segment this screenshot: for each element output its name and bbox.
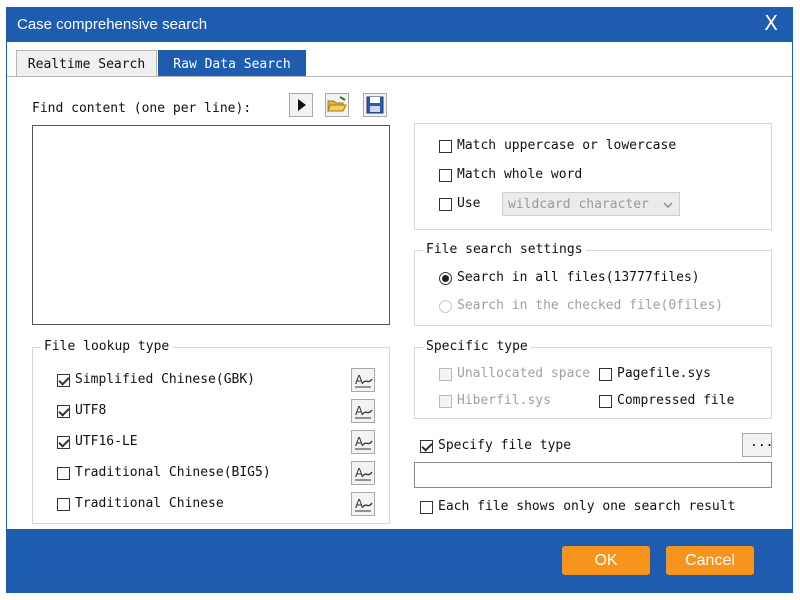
specify-file-type-checkbox[interactable] bbox=[420, 440, 433, 453]
search-checked-file-radio[interactable] bbox=[439, 300, 452, 313]
hiberfil-label: Hiberfil.sys bbox=[457, 393, 551, 408]
footer-bar: OK Cancel bbox=[7, 529, 792, 592]
hiberfil-checkbox[interactable] bbox=[439, 395, 452, 408]
match-options-group: Match uppercase or lowercase Match whole… bbox=[414, 123, 772, 230]
use-checkbox[interactable] bbox=[439, 198, 452, 211]
encoding-label-utf8: UTF8 bbox=[75, 403, 107, 418]
one-result-checkbox[interactable] bbox=[420, 501, 433, 514]
search-all-files-label: Search in all files(13777files) bbox=[457, 270, 700, 285]
match-whole-word-label: Match whole word bbox=[457, 167, 583, 182]
file-search-settings-title: File search settings bbox=[423, 242, 586, 257]
wildcard-select-value: wildcard character bbox=[508, 197, 649, 212]
run-button[interactable] bbox=[289, 93, 313, 117]
svg-text:A: A bbox=[355, 373, 364, 387]
encoding-checkbox-gbk[interactable] bbox=[57, 374, 70, 387]
svg-text:A: A bbox=[355, 466, 364, 480]
dialog-title: Case comprehensive search bbox=[17, 16, 208, 33]
play-icon bbox=[298, 99, 306, 111]
encoding-checkbox-utf8[interactable] bbox=[57, 405, 70, 418]
encoding-label-gbk: Simplified Chinese(GBK) bbox=[75, 372, 256, 387]
encoding-settings-button-gbk[interactable]: A bbox=[351, 368, 375, 392]
save-button[interactable] bbox=[363, 93, 387, 117]
svg-text:A: A bbox=[355, 497, 364, 511]
open-folder-icon bbox=[327, 96, 347, 112]
compressed-file-checkbox[interactable] bbox=[599, 395, 612, 408]
pagefile-checkbox[interactable] bbox=[599, 368, 612, 381]
tab-raw-data-search[interactable]: Raw Data Search bbox=[158, 50, 306, 77]
encoding-settings-button-utf8[interactable]: A bbox=[351, 399, 375, 423]
file-lookup-type-title: File lookup type bbox=[41, 339, 173, 354]
encoding-checkbox-big5[interactable] bbox=[57, 467, 70, 480]
open-file-button[interactable] bbox=[325, 93, 349, 117]
wildcard-select[interactable]: wildcard character bbox=[502, 192, 680, 216]
encoding-settings-button-traditional[interactable]: A bbox=[351, 492, 375, 516]
unallocated-space-label: Unallocated space bbox=[457, 366, 591, 381]
tab-content: Find content (one per line): Match upper… bbox=[7, 76, 792, 530]
find-content-label: Find content (one per line): bbox=[32, 101, 252, 116]
close-icon[interactable]: X bbox=[764, 11, 778, 35]
one-result-label: Each file shows only one search result bbox=[438, 499, 736, 514]
text-format-icon: A bbox=[355, 404, 373, 419]
search-all-files-radio[interactable] bbox=[439, 272, 452, 285]
compressed-file-label: Compressed file bbox=[617, 393, 735, 408]
file-type-input[interactable] bbox=[414, 462, 772, 488]
encoding-checkbox-utf16le[interactable] bbox=[57, 436, 70, 449]
encoding-settings-button-utf16le[interactable]: A bbox=[351, 430, 375, 454]
encoding-checkbox-traditional[interactable] bbox=[57, 498, 70, 511]
find-content-textarea[interactable] bbox=[32, 125, 390, 325]
unallocated-space-checkbox[interactable] bbox=[439, 368, 452, 381]
encoding-settings-button-big5[interactable]: A bbox=[351, 461, 375, 485]
match-case-checkbox[interactable] bbox=[439, 140, 452, 153]
specific-type-group: Specific type Unallocated space Pagefile… bbox=[414, 339, 772, 419]
tab-realtime-search[interactable]: Realtime Search bbox=[16, 50, 157, 77]
cancel-button[interactable]: Cancel bbox=[666, 546, 754, 575]
text-format-icon: A bbox=[355, 466, 373, 481]
svg-text:A: A bbox=[355, 404, 364, 418]
file-lookup-type-group: File lookup type Simplified Chinese(GBK)… bbox=[32, 339, 390, 524]
chevron-down-icon bbox=[663, 202, 673, 209]
save-disk-icon bbox=[366, 96, 384, 114]
match-case-label: Match uppercase or lowercase bbox=[457, 138, 677, 153]
encoding-label-big5: Traditional Chinese(BIG5) bbox=[75, 465, 271, 480]
title-bar[interactable]: Case comprehensive search X bbox=[7, 8, 792, 42]
svg-text:A: A bbox=[355, 435, 364, 449]
pagefile-label: Pagefile.sys bbox=[617, 366, 711, 381]
text-format-icon: A bbox=[355, 373, 373, 388]
search-dialog: Case comprehensive search X Realtime Sea… bbox=[6, 7, 793, 593]
file-search-settings-group: File search settings Search in all files… bbox=[414, 242, 772, 326]
ok-button[interactable]: OK bbox=[562, 546, 650, 575]
browse-file-type-label: ... bbox=[750, 435, 774, 450]
specific-type-title: Specific type bbox=[423, 339, 531, 354]
match-whole-word-checkbox[interactable] bbox=[439, 169, 452, 182]
use-label: Use bbox=[457, 196, 481, 211]
browse-file-type-button[interactable]: ... bbox=[742, 433, 774, 457]
text-format-icon: A bbox=[355, 497, 373, 512]
specify-file-type-label: Specify file type bbox=[438, 438, 572, 453]
search-checked-file-label: Search in the checked file(0files) bbox=[457, 298, 724, 313]
text-format-icon: A bbox=[355, 435, 373, 450]
encoding-label-traditional: Traditional Chinese bbox=[75, 496, 224, 511]
encoding-label-utf16le: UTF16-LE bbox=[75, 434, 138, 449]
